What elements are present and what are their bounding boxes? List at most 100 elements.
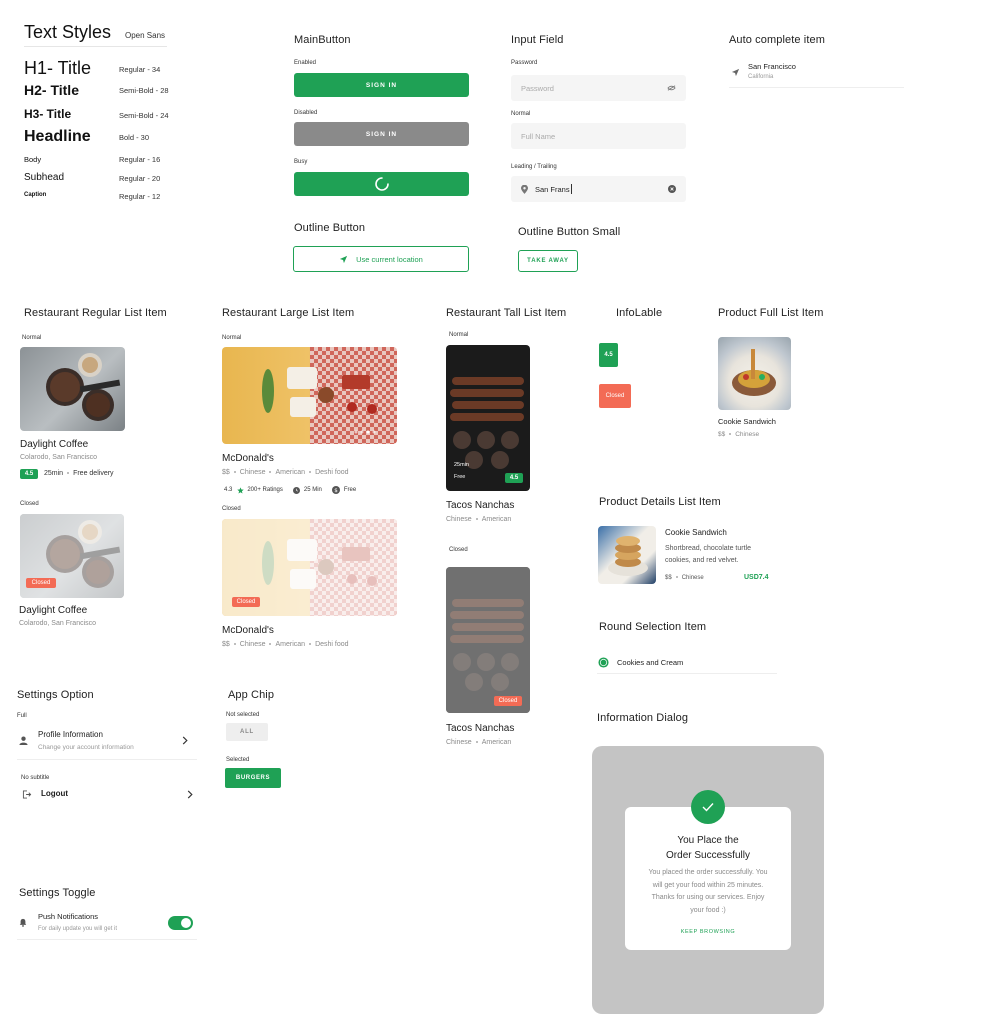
product-details-meta: $$ Chinese [665,575,704,581]
main-button-title: MainButton [294,34,351,46]
radio-selected-icon[interactable] [598,657,609,668]
dialog-body-4: your food :) [690,907,726,914]
regular-list-title: Restaurant Regular List Item [24,307,167,319]
dialog-body-2: will get your food within 25 minutes. [652,882,764,889]
large-price: Free [343,487,357,493]
profile-subtitle: Change your account information [38,744,134,751]
regular-closed-label: Closed [20,501,39,507]
product-full-price: $$ [718,431,726,438]
h3-desc: Semi-Bold - 24 [119,111,169,120]
text-cursor [570,184,572,194]
autocomplete-item[interactable]: San Francisco California [729,58,904,88]
caption-desc: Regular - 12 [119,192,161,201]
large-time: 25 Min [303,487,322,493]
chip-burgers[interactable]: BURGERS [225,768,281,788]
autocomplete-sub: California [748,74,774,80]
location-input-value: San Frans [535,184,570,194]
tacos-image[interactable]: 25min Free 4.5 [446,345,530,491]
info-label-title: InfoLable [616,307,663,319]
tacos-image-closed[interactable]: Closed [446,567,530,713]
keep-browsing-button[interactable]: KEEP BROWSING [625,929,791,935]
normal-label: Normal [511,111,531,117]
enabled-label: Enabled [294,60,317,66]
caption-sample: Caption [24,192,47,198]
navigation-arrow-icon [731,68,740,77]
not-selected-label: Not selected [226,712,260,718]
mcdonalds-image-closed[interactable]: Closed [222,519,397,616]
product-full-meta: $$ Chinese [718,431,759,438]
tall-tags: Chinese American [446,516,511,523]
location-input[interactable]: San Frans [511,176,686,202]
password-label: Password [511,60,538,66]
product-details-desc-1: Shortbread, chocolate turtle [665,545,751,552]
take-away-button[interactable]: TAKE AWAY [518,250,578,272]
h1-desc: Regular - 34 [119,65,161,74]
coffee-image[interactable] [20,347,125,431]
cookie-details-image[interactable] [598,526,656,584]
tag-american: American [275,469,306,476]
closed-badge: Closed [26,578,56,588]
h1-sample: H1- Title [24,58,92,78]
full-name-input[interactable]: Full Name [511,123,686,149]
headline-sample: Headline [24,128,91,145]
large-name-closed: McDonald's [222,625,274,636]
tall-tags-closed: Chinese American [446,739,511,746]
clear-icon[interactable] [668,185,676,193]
password-input[interactable]: Password [511,75,686,101]
chevron-right-icon [187,790,193,799]
regular-time: 25min [44,470,64,477]
h2-sample: H2- Title [24,82,79,98]
profile-information-option[interactable]: Profile Information Change your account … [17,726,197,760]
dialog-body-3: Thanks for using our services. Enjoy [651,894,765,901]
large-tags: $$ Chinese American Deshi food [222,469,349,476]
disabled-label: Disabled [294,110,318,116]
product-full-name: Cookie Sandwich [718,417,776,426]
use-location-label: Use current location [356,254,423,264]
clock-icon [292,486,300,494]
tall-name: Tacos Nanchas [446,500,515,511]
mcdonalds-image[interactable] [222,347,397,444]
logout-option[interactable]: Logout [17,786,197,804]
product-details-desc-2: cookies, and red velvet. [665,557,739,564]
regular-name: Daylight Coffee [20,439,89,450]
sign-in-button[interactable]: SIGN IN [294,73,469,97]
large-ratings-count: 200+ Ratings [247,487,283,493]
round-selection-title: Round Selection Item [599,621,707,633]
text-styles-title: Text Styles [24,22,112,42]
regular-normal-label: Normal [22,335,42,341]
chip-all[interactable]: ALL [226,723,268,741]
push-notifications-sub: For daily update you will get it [38,926,118,932]
sign-in-button-busy[interactable] [294,172,469,196]
autocomplete-main: San Francisco [748,62,796,71]
tag-price: $$ [222,469,230,476]
tag-deshi: Deshi food [315,469,349,476]
navigation-arrow-icon [339,255,348,264]
tag-chinese: Chinese [446,739,472,746]
chevron-right-icon [182,736,188,745]
info-dialog-title: Information Dialog [597,712,689,724]
push-notifications-toggle-row[interactable]: Push Notifications For daily update you … [17,908,197,940]
selected-label: Selected [226,757,250,763]
round-selection-item[interactable]: Cookies and Cream [597,652,777,674]
toggle-switch[interactable] [168,916,193,930]
use-location-button[interactable]: Use current location [293,246,469,272]
large-tags-closed: $$ Chinese American Deshi food [222,641,349,648]
leading-trailing-label: Leading / Trailing [511,164,557,170]
eye-off-icon[interactable] [667,85,676,91]
regular-location-closed: Colarodo, San Francisco [19,620,97,627]
coffee-image-closed[interactable]: Closed [20,514,124,598]
star-icon [237,486,245,494]
body-desc: Regular - 16 [119,155,161,164]
large-meta: 4.3 200+ Ratings 25 Min $ Free [224,486,356,494]
closed-overlay [446,567,530,713]
cookie-sandwich-image[interactable] [718,337,791,410]
app-chip-title: App Chip [228,689,275,701]
regular-name-closed: Daylight Coffee [19,605,88,616]
full-name-placeholder: Full Name [521,131,556,141]
check-icon [691,790,725,824]
regular-location: Colarodo, San Francisco [20,454,98,461]
tag-american: American [275,641,306,648]
outline-button-small-title: Outline Button Small [518,226,621,238]
no-subtitle-label: No subtitle [21,775,50,781]
push-notifications-label: Push Notifications [38,912,99,921]
